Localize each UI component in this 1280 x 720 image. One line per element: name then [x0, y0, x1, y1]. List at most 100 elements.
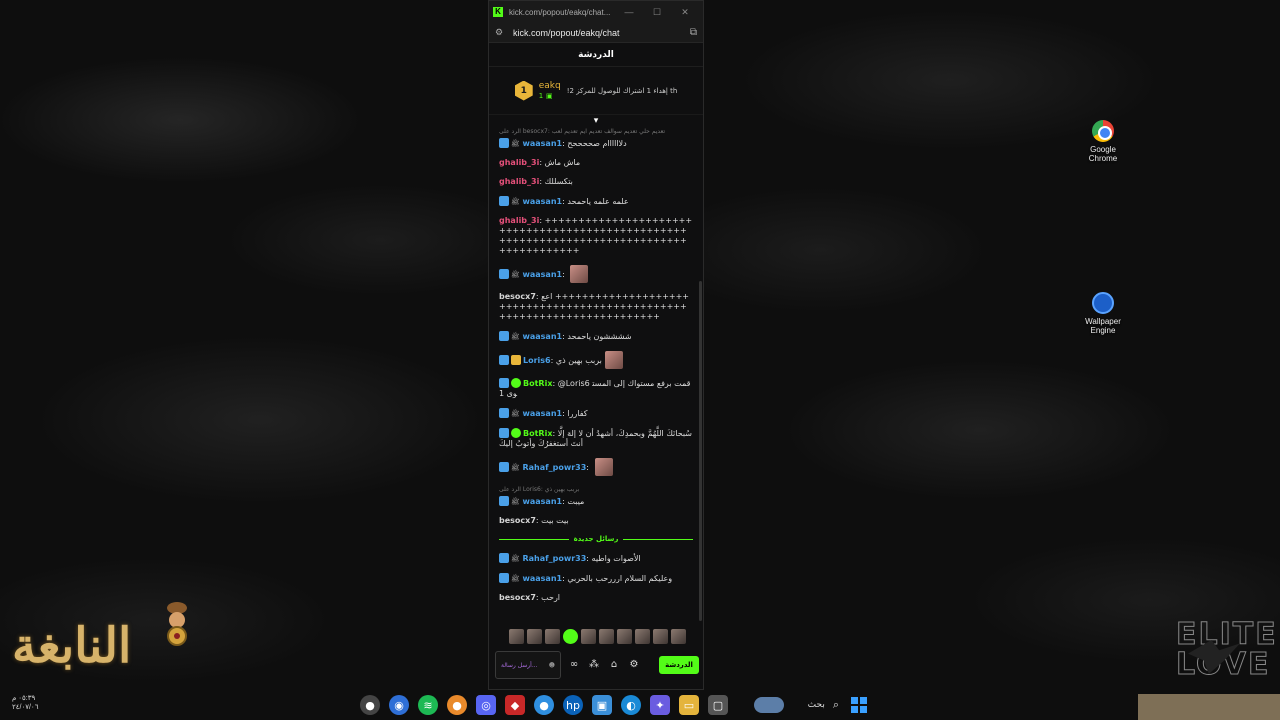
- emote-thumb[interactable]: [634, 629, 650, 644]
- app-blue-icon[interactable]: ●: [534, 695, 554, 715]
- file-explorer-icon[interactable]: ▭: [679, 695, 699, 715]
- discord-icon[interactable]: ◎: [476, 695, 496, 715]
- obs-icon[interactable]: ●: [360, 695, 380, 715]
- emote-thumb[interactable]: [562, 629, 578, 644]
- chat-message[interactable]: ﷺ waasan1: علمه علمه ياحمحد: [499, 196, 693, 207]
- chat-message[interactable]: ﷺ waasan1: ششششون ياحمحد: [499, 331, 693, 342]
- chat-username[interactable]: waasan1: [522, 574, 562, 583]
- chat-username[interactable]: ghalib_3i: [499, 177, 539, 186]
- chat-username[interactable]: Rahaf_powr33: [522, 463, 586, 472]
- subscriber-badge-icon: ﷺ: [511, 575, 520, 583]
- chat-username[interactable]: besocx7: [499, 292, 536, 301]
- chat-message[interactable]: BotRix: سُبحانَكَ اللَّهُمَّ وبحمدِكَ، أ…: [499, 428, 693, 449]
- chat-username[interactable]: waasan1: [522, 332, 562, 341]
- chat-message[interactable]: besocx7: ارحب: [499, 593, 693, 603]
- chat-username[interactable]: waasan1: [522, 409, 562, 418]
- task-view-icon[interactable]: ▢: [708, 695, 728, 715]
- settings-gear-icon[interactable]: ⚙: [627, 658, 641, 672]
- chat-send-button[interactable]: الدردشة: [659, 656, 699, 674]
- reply-reference[interactable]: الرد على besocx7: تعديم حلي تعديم سوالف …: [499, 127, 693, 137]
- chat-message-text: وعليكم السلام ارررحب بالحربي: [567, 574, 673, 583]
- taskbar-search[interactable]: بحث ⌕: [737, 695, 843, 715]
- address-bar[interactable]: ⚙ kick.com/popout/eakq/chat ⧉: [489, 23, 703, 43]
- emote-thumb[interactable]: [652, 629, 668, 644]
- chat-username[interactable]: Loris6: [523, 356, 551, 365]
- window-titlebar[interactable]: K kick.com/popout/eakq/chat... — ☐ ✕: [489, 1, 703, 23]
- maximize-icon[interactable]: ☐: [643, 7, 671, 18]
- pinned-gift-banner[interactable]: 1 eakq 1 ▣ !إهداء 1 اشتراك للوصول للمركز…: [489, 67, 703, 115]
- minimize-icon[interactable]: —: [615, 7, 643, 17]
- app-orange-icon[interactable]: ●: [447, 695, 467, 715]
- chat-username[interactable]: besocx7: [499, 516, 536, 525]
- og-badge-icon: [499, 496, 509, 506]
- desktop-icon-wallpaper-engine[interactable]: Wallpaper Engine: [1073, 292, 1133, 335]
- separator: :: [586, 463, 592, 472]
- chat-username[interactable]: besocx7: [499, 593, 536, 602]
- emote-thumb[interactable]: [598, 629, 614, 644]
- hp-icon[interactable]: hp: [563, 695, 583, 715]
- chat-message-text: ميبت: [567, 497, 585, 506]
- chat-message[interactable]: ghalib_3i: ماش ماش: [499, 158, 693, 168]
- chat-message[interactable]: Loris6: بربب بهين ذي: [499, 351, 693, 369]
- store-icon[interactable]: ⌂: [607, 658, 621, 672]
- chat-message[interactable]: ﷺ waasan1: وعليكم السلام ارررحب بالحربي: [499, 573, 693, 584]
- chat-username[interactable]: Rahaf_powr33: [522, 554, 586, 563]
- window-title: kick.com/popout/eakq/chat...: [509, 7, 611, 17]
- chat-message[interactable]: ﷺ Rahaf_powr33: الأصوات واطيه: [499, 553, 693, 564]
- shield-icon[interactable]: ◆: [505, 695, 525, 715]
- start-button[interactable]: [849, 695, 869, 715]
- chat-username[interactable]: BotRix: [523, 429, 552, 438]
- emote-strip: [495, 629, 699, 645]
- chat-message[interactable]: BotRix: @Loris6 قمت برفع مستواك إلى المس…: [499, 378, 693, 399]
- emote-thumb[interactable]: [544, 629, 560, 644]
- chat-username[interactable]: ghalib_3i: [499, 216, 539, 225]
- chat-message[interactable]: besocx7: اعع +++++++++++++++++++++++++++…: [499, 292, 693, 322]
- taskbar: ● ◉ ≋ ● ◎ ◆ ● hp ▣ ◐ ✦ ▭ ▢ بحث ⌕: [360, 690, 920, 720]
- emote-thumb[interactable]: [526, 629, 542, 644]
- chat-message[interactable]: besocx7: بيت بيت: [499, 516, 693, 526]
- desktop-icon-chrome[interactable]: Google Chrome: [1073, 120, 1133, 163]
- chat-input[interactable]: أرسل رسالة... ☻: [495, 651, 561, 679]
- chat-message[interactable]: ﷺ Rahaf_powr33:: [499, 458, 693, 476]
- chat-scrollbar[interactable]: [699, 281, 702, 621]
- chat-message[interactable]: ghalib_3i: بتكسللك: [499, 177, 693, 187]
- chat-message[interactable]: ﷺ waasan1: ميبت: [499, 496, 693, 507]
- chat-username[interactable]: BotRix: [523, 379, 552, 388]
- chat-emote[interactable]: [604, 351, 623, 369]
- chat-emote[interactable]: [594, 458, 613, 476]
- copilot-icon[interactable]: ✦: [650, 695, 670, 715]
- kick-favicon-icon: K: [493, 7, 503, 17]
- chrome-taskbar-icon[interactable]: ◉: [389, 695, 409, 715]
- chat-username[interactable]: waasan1: [522, 139, 562, 148]
- emoji-icon[interactable]: ☻: [549, 662, 555, 669]
- collapse-chevron-icon[interactable]: ▾: [489, 115, 703, 127]
- weather-widget-icon[interactable]: [753, 697, 784, 713]
- spotify-icon[interactable]: ≋: [418, 695, 438, 715]
- chat-message[interactable]: ghalib_3i: +++++++++++++++++++++++++++++…: [499, 216, 693, 256]
- chat-username[interactable]: waasan1: [522, 197, 562, 206]
- users-icon[interactable]: ⁂: [587, 658, 601, 672]
- emote-thumb[interactable]: [580, 629, 596, 644]
- chat-message[interactable]: ﷺ waasan1: كفاررا: [499, 408, 693, 419]
- emote-thumb[interactable]: [670, 629, 686, 644]
- og-badge-icon: [499, 196, 509, 206]
- close-icon[interactable]: ✕: [671, 7, 699, 18]
- translate-icon[interactable]: ⧉: [690, 27, 697, 38]
- reply-reference[interactable]: الرد على Loris6: بربب بهين ذي: [499, 485, 693, 495]
- new-messages-divider: رسائل جديدة: [499, 535, 693, 543]
- chat-username[interactable]: ghalib_3i: [499, 158, 539, 167]
- chat-username[interactable]: waasan1: [522, 497, 562, 506]
- store-taskbar-icon[interactable]: ▣: [592, 695, 612, 715]
- crown-badge-icon: [511, 355, 521, 365]
- chat-username[interactable]: waasan1: [522, 270, 562, 279]
- chat-message[interactable]: ﷺ waasan1:: [499, 265, 693, 283]
- chat-emote[interactable]: [570, 265, 589, 283]
- url-text[interactable]: kick.com/popout/eakq/chat: [509, 28, 690, 38]
- verified-bot-icon: [511, 428, 521, 438]
- emote-thumb[interactable]: [616, 629, 632, 644]
- edge-icon[interactable]: ◐: [621, 695, 641, 715]
- emote-thumb[interactable]: [508, 629, 524, 644]
- chat-message[interactable]: ﷺ waasan1: دلاااااام صححححح: [499, 138, 693, 149]
- infinity-icon[interactable]: ∞: [567, 658, 581, 672]
- site-settings-icon[interactable]: ⚙: [495, 27, 509, 38]
